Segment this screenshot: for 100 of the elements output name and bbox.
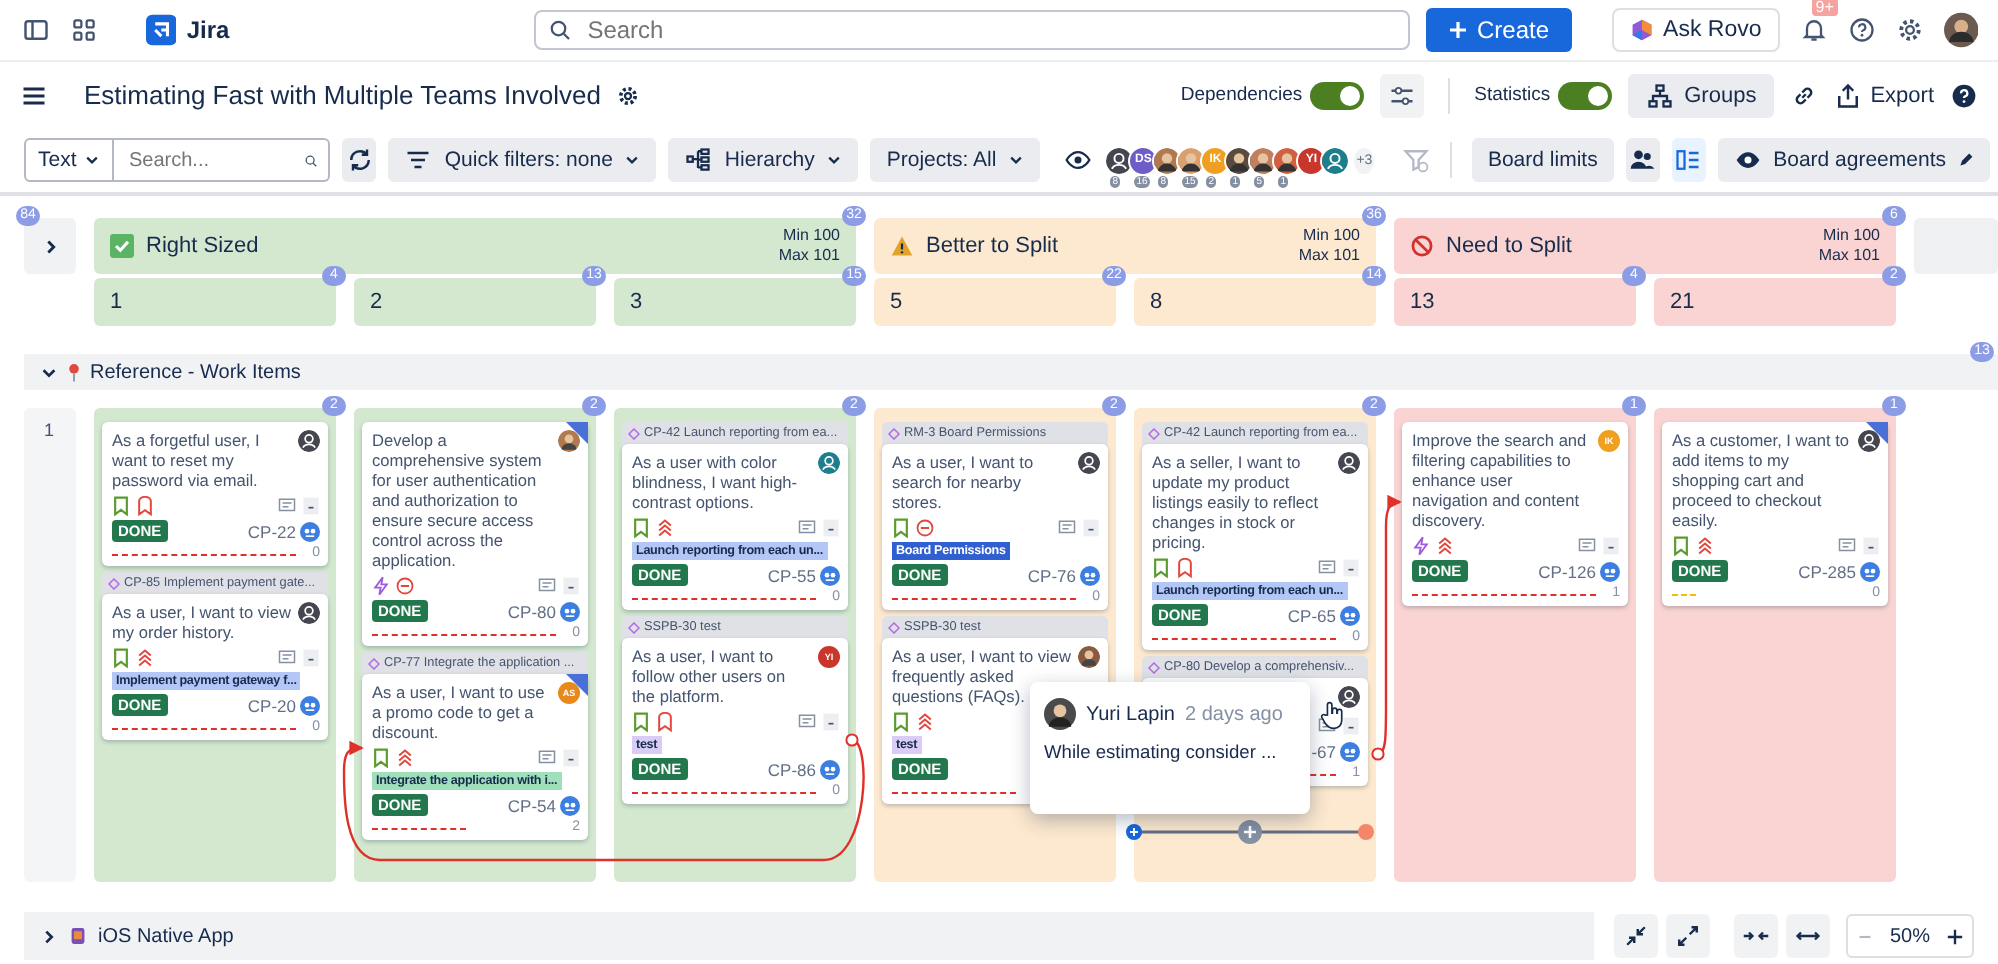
search-field[interactable]: Search... [114, 138, 331, 182]
search-field[interactable]: Search [533, 10, 1409, 50]
card-summary: As a user, I want to follow other users on the platform. [632, 646, 788, 706]
issue-key[interactable]: CP-20 [247, 695, 296, 715]
hierarchy-dropdown[interactable]: Hierarchy [668, 138, 859, 182]
estimate-icon [820, 565, 840, 585]
board-agreements-button[interactable]: Board agreements [1717, 138, 1990, 182]
quick-filters-dropdown[interactable]: Quick filters: none [388, 138, 657, 182]
collapse-icon[interactable] [822, 711, 840, 731]
collapse-icon[interactable] [822, 517, 840, 537]
dependencies-toggle[interactable] [1310, 81, 1365, 109]
eye-icon[interactable] [1064, 146, 1093, 174]
issue-key[interactable]: -67 [1311, 741, 1336, 761]
collapse-icon[interactable] [562, 575, 580, 595]
collapse-icon[interactable] [1602, 535, 1620, 555]
diamond-icon [888, 427, 900, 439]
card-summary: As a user, I want to view frequently asked questions (FAQs). [892, 646, 1072, 706]
settings-icon[interactable] [616, 83, 641, 107]
card-summary: As a user, I want to search for nearby stores. [892, 452, 1036, 512]
ribbon-icon [136, 495, 154, 515]
search-input[interactable]: Search [583, 14, 1395, 46]
hand-cursor-icon [1320, 700, 1346, 730]
upload-icon [1834, 81, 1863, 109]
checkmark-icon [110, 234, 134, 258]
notifications-icon[interactable] [1799, 16, 1828, 44]
user-avatar[interactable] [1943, 12, 1979, 48]
issue-key[interactable]: CP-54 [507, 795, 556, 815]
ask-rovo-button[interactable]: Ask Rovo [1611, 8, 1780, 52]
issue-key[interactable]: CP-285 [1798, 561, 1856, 581]
groups-button[interactable]: Groups [1628, 73, 1775, 117]
triple-chevron-icon [1696, 535, 1714, 555]
blocker-icon [396, 575, 414, 595]
search-input[interactable]: Search... [124, 147, 305, 173]
jira-logo-icon[interactable] [146, 14, 177, 46]
column-title: 13 [1410, 290, 1435, 314]
row-number: 1 [44, 420, 55, 440]
projects-dropdown[interactable]: Projects: All [870, 138, 1041, 182]
bookmark-icon [892, 711, 910, 731]
expand-width-button[interactable] [1785, 914, 1830, 958]
estimate-icon [300, 695, 320, 715]
search-icon [547, 18, 572, 42]
dependency-arrow[interactable] [1371, 495, 1402, 761]
estimate-icon [1340, 605, 1360, 625]
columns-view-button[interactable] [1671, 138, 1706, 182]
swimlane-header[interactable]: Reference - Work Items [24, 354, 1998, 390]
estimate-icon [300, 521, 320, 541]
collapse-icon[interactable] [1082, 517, 1100, 537]
plus-icon [1447, 20, 1467, 40]
swimlane-header[interactable]: iOS Native App [24, 912, 1594, 960]
pin-icon [66, 362, 82, 382]
issue-key[interactable]: CP-76 [1027, 565, 1076, 585]
collapse-icon[interactable] [1342, 557, 1360, 577]
help-icon[interactable] [1950, 81, 1978, 109]
issue-key[interactable]: CP-86 [767, 759, 816, 779]
collapse-icon[interactable] [1342, 715, 1360, 735]
app-icon [70, 926, 86, 946]
diamond-icon [888, 621, 900, 633]
people-icon [1628, 146, 1657, 174]
issue-key[interactable]: CP-65 [1287, 605, 1336, 625]
refresh-button[interactable] [342, 138, 377, 182]
sidebar-toggle-icon[interactable] [22, 16, 50, 44]
compress-width-button[interactable] [1733, 914, 1778, 958]
issue-key[interactable]: CP-126 [1538, 561, 1596, 581]
board-limits-button[interactable]: Board limits [1471, 138, 1614, 182]
collapse-button[interactable] [1613, 914, 1658, 958]
plus-icon [1945, 927, 1963, 945]
search-mode-dropdown[interactable]: Text [24, 138, 115, 182]
commenter-avatar [1044, 698, 1076, 730]
expand-button[interactable] [1665, 914, 1710, 958]
card-summary: Improve the search and filtering capabilities to enhance user navigation and content discovery. [1412, 430, 1589, 530]
collapse-icon[interactable] [302, 647, 320, 667]
apps-grid-icon[interactable] [70, 16, 98, 44]
triple-chevron-icon [396, 747, 414, 767]
bookmark-icon [112, 647, 130, 667]
statistics-toggle[interactable] [1558, 81, 1613, 109]
collapse-icon[interactable] [1862, 535, 1880, 555]
columns-icon [1674, 146, 1703, 174]
collapse-icon[interactable] [302, 495, 320, 515]
create-button[interactable]: Create [1425, 8, 1572, 52]
max-limit: Max 101 [778, 246, 840, 266]
collapse-icon[interactable] [562, 747, 580, 767]
lightning-icon [1412, 535, 1430, 555]
people-view-button[interactable] [1625, 138, 1660, 182]
chevron-icon [40, 363, 58, 381]
card-summary: As a user, I want to use a promo code to get a discount. [372, 682, 547, 742]
settings-icon[interactable] [1895, 16, 1924, 44]
link-handles-drawing[interactable] [1126, 820, 1374, 844]
estimate-icon [560, 601, 580, 621]
ribbon-icon [656, 711, 674, 731]
caret-icon [84, 152, 101, 168]
filter-settings-button[interactable] [1380, 73, 1425, 117]
issue-key[interactable]: CP-22 [247, 521, 296, 541]
issue-key[interactable]: CP-80 [507, 601, 556, 621]
estimate-icon [1340, 741, 1360, 761]
eye-icon [1733, 146, 1762, 174]
issue-key[interactable]: CP-55 [767, 565, 816, 585]
zoom-level: 50% [1887, 925, 1932, 947]
help-icon[interactable] [1847, 16, 1876, 44]
export-button[interactable]: Export [1834, 81, 1934, 109]
swimlane-title: Reference - Work Items [90, 361, 301, 383]
